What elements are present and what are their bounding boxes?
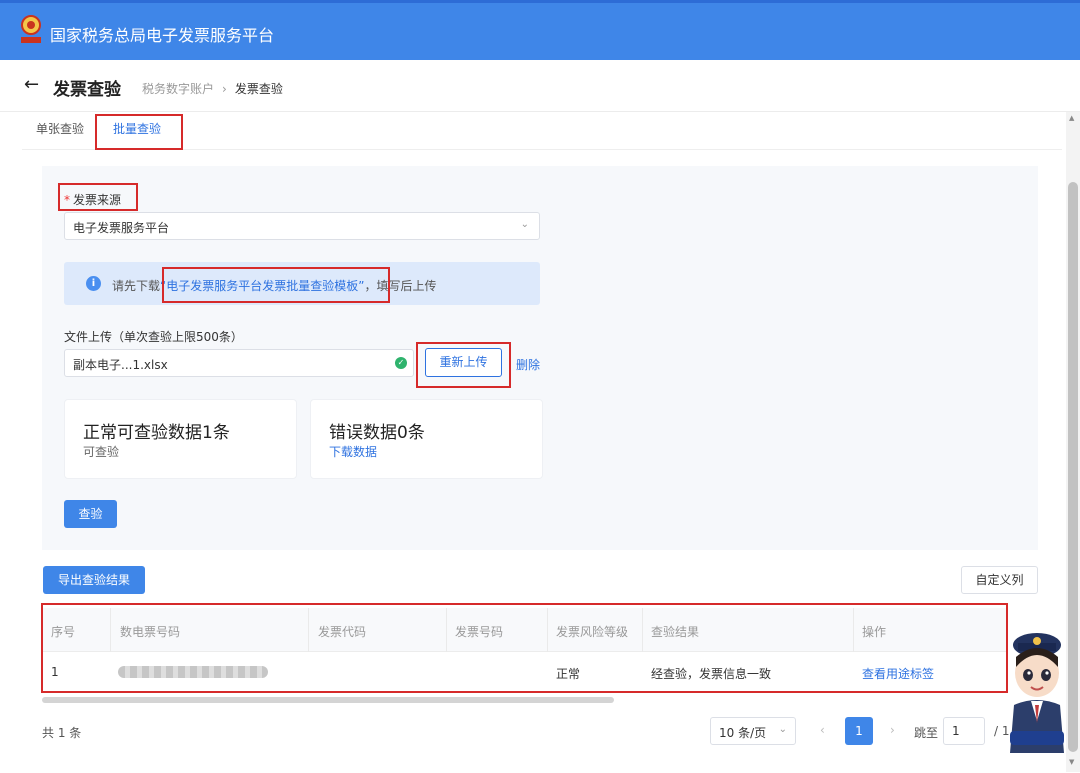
uploaded-file-field[interactable]: 副本电子...1.xlsx ✓ — [64, 349, 414, 377]
highlight-box-source — [58, 183, 138, 211]
scroll-down-icon[interactable]: ▼ — [1069, 758, 1074, 766]
alert-prefix: 请先下载 — [112, 279, 161, 293]
export-results-button[interactable]: 导出查验结果 — [43, 566, 145, 594]
breadcrumb-item-current: 发票查验 — [234, 82, 283, 96]
jump-page-input[interactable]: 1 — [943, 717, 985, 745]
highlight-box-template — [162, 267, 390, 303]
error-data-count: 错误数据0条 — [329, 423, 425, 443]
app-title: 国家税务总局电子发票服务平台 — [50, 26, 275, 45]
next-page-icon[interactable]: › — [890, 723, 895, 737]
top-bar: 国家税务总局电子发票服务平台 — [0, 0, 1080, 60]
delete-file-link[interactable]: 删除 — [516, 356, 540, 373]
national-emblem-icon — [21, 15, 41, 43]
check-circle-icon: ✓ — [395, 357, 407, 369]
tab-single-verify[interactable]: 单张查验 — [36, 120, 84, 137]
error-data-card: 错误数据0条 下载数据 — [310, 399, 543, 479]
file-name: 副本电子...1.xlsx — [73, 358, 168, 372]
breadcrumb: 税务数字账户 › 发票查验 — [142, 80, 283, 97]
valid-data-card: 正常可查验数据1条 可查验 — [64, 399, 297, 479]
total-count: 共 1 条 — [42, 726, 82, 740]
page-number-current[interactable]: 1 — [845, 717, 873, 745]
page-header: ← 发票查验 税务数字账户 › 发票查验 — [0, 60, 1080, 112]
invoice-source-select[interactable]: 电子发票服务平台 ⌄ — [64, 212, 540, 240]
back-arrow-icon[interactable]: ← — [24, 74, 39, 95]
verify-button[interactable]: 查验 — [64, 500, 117, 528]
chevron-down-icon: ⌄ — [520, 219, 529, 230]
highlight-box-reupload — [416, 342, 511, 388]
highlight-box-tab — [95, 114, 183, 150]
page-size-select[interactable]: 10 条/页 ⌄ — [710, 717, 796, 745]
jump-to-label: 跳至 — [914, 726, 939, 740]
info-icon: i — [86, 276, 101, 291]
breadcrumb-separator-icon: › — [222, 82, 227, 96]
valid-data-count: 正常可查验数据1条 — [83, 423, 230, 443]
page-title: 发票查验 — [53, 80, 121, 100]
file-upload-label: 文件上传（单次查验上限500条） — [64, 330, 243, 344]
table-horizontal-scrollbar[interactable] — [42, 697, 614, 703]
page-size-value: 10 条/页 — [719, 726, 767, 740]
chevron-down-icon: ⌄ — [778, 724, 787, 735]
valid-data-status: 可查验 — [83, 445, 120, 459]
scroll-up-icon[interactable]: ▲ — [1069, 114, 1074, 122]
highlight-box-table — [41, 603, 1008, 693]
tax-officer-mascot-icon — [1010, 633, 1064, 753]
prev-page-icon[interactable]: ‹ — [820, 723, 825, 737]
invoice-source-value: 电子发票服务平台 — [73, 221, 170, 235]
custom-columns-button[interactable]: 自定义列 — [961, 566, 1038, 594]
breadcrumb-item-account[interactable]: 税务数字账户 — [142, 82, 214, 96]
download-error-data-link[interactable]: 下载数据 — [329, 443, 377, 460]
